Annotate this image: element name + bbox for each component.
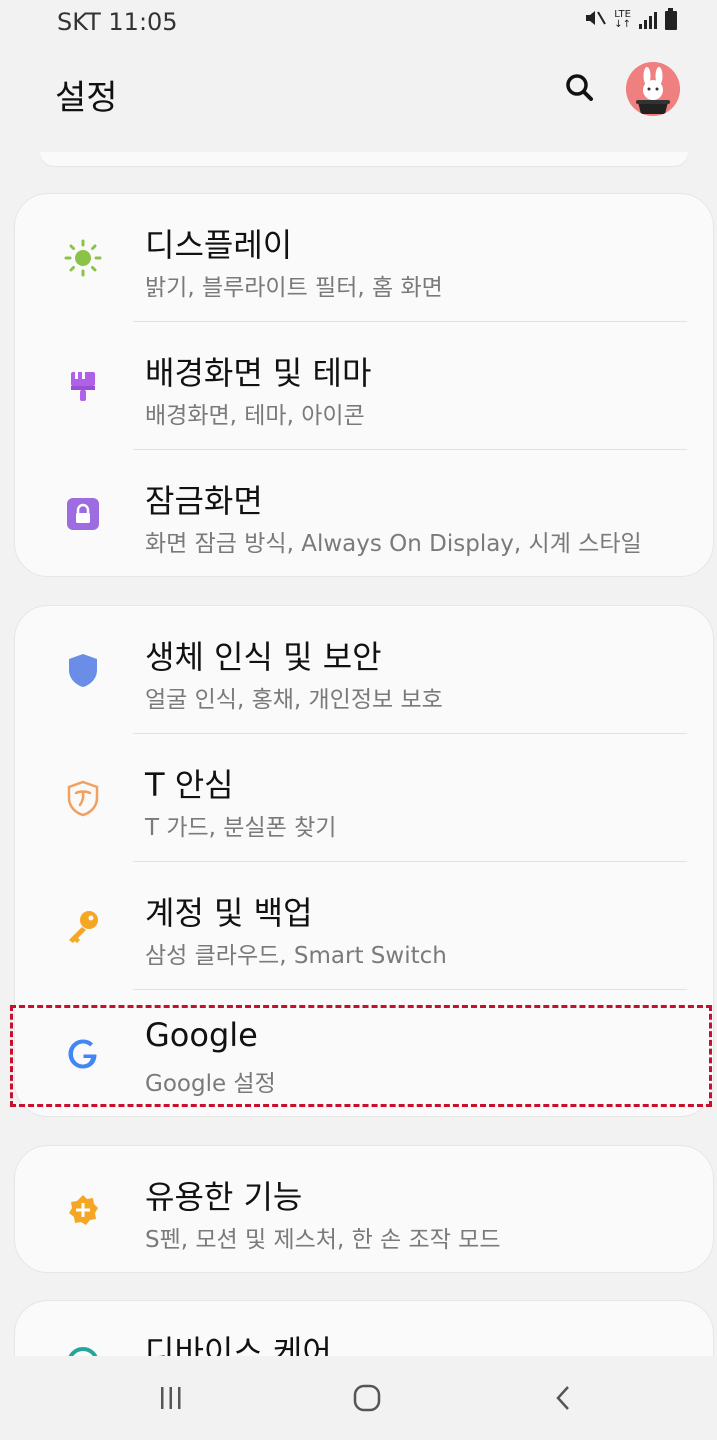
settings-item-t-guard[interactable]: T 안심 T 가드, 분실폰 찾기 bbox=[15, 734, 715, 862]
puzzle-icon bbox=[63, 1190, 103, 1230]
lock-icon bbox=[63, 494, 103, 534]
item-title: Google bbox=[145, 1016, 258, 1054]
battery-icon bbox=[665, 7, 677, 30]
home-button[interactable] bbox=[337, 1376, 397, 1420]
brush-icon bbox=[63, 366, 103, 406]
carrier-time: SKT 11:05 bbox=[57, 8, 178, 36]
t-guard-icon bbox=[63, 778, 103, 818]
item-title: T 안심 bbox=[145, 766, 234, 804]
recent-apps-icon bbox=[161, 1387, 181, 1409]
status-icons: LTE ↓↑ bbox=[584, 7, 677, 32]
search-icon bbox=[566, 74, 593, 101]
mute-icon bbox=[584, 8, 607, 32]
item-title: 생체 인식 및 보안 bbox=[145, 638, 382, 676]
app-header: 설정 bbox=[0, 50, 717, 130]
settings-group-advanced: 유용한 기능 S펜, 모션 및 제스처, 한 손 조작 모드 bbox=[14, 1145, 714, 1273]
settings-group-security: 생체 인식 및 보안 얼굴 인식, 홍채, 개인정보 보호 T 안심 T 가드,… bbox=[14, 605, 714, 1117]
settings-item-advanced-features[interactable]: 유용한 기능 S펜, 모션 및 제스처, 한 손 조작 모드 bbox=[15, 1146, 715, 1274]
back-icon bbox=[556, 1386, 569, 1410]
network-label: LTE bbox=[614, 9, 631, 20]
item-subtitle: Google 설정 bbox=[145, 1071, 276, 1097]
home-icon bbox=[353, 1384, 381, 1412]
settings-item-lock-screen[interactable]: 잠금화면 화면 잠금 방식, Always On Display, 시계 스타일 bbox=[15, 450, 715, 578]
settings-item-display[interactable]: 디스플레이 밝기, 블루라이트 필터, 홈 화면 bbox=[15, 194, 715, 322]
item-subtitle: 배경화면, 테마, 아이콘 bbox=[145, 403, 365, 429]
signal-icon bbox=[639, 11, 657, 29]
page-title: 설정 bbox=[55, 78, 118, 118]
item-subtitle: 밝기, 블루라이트 필터, 홈 화면 bbox=[145, 275, 443, 301]
avatar[interactable] bbox=[626, 62, 680, 116]
sun-icon bbox=[63, 238, 103, 278]
item-subtitle: T 가드, 분실폰 찾기 bbox=[145, 815, 337, 841]
item-subtitle: S펜, 모션 및 제스처, 한 손 조작 모드 bbox=[145, 1227, 501, 1253]
item-title: 잠금화면 bbox=[145, 482, 263, 520]
lte-icon: LTE ↓↑ bbox=[614, 9, 631, 30]
item-title: 유용한 기능 bbox=[145, 1178, 303, 1216]
settings-item-biometrics-security[interactable]: 생체 인식 및 보안 얼굴 인식, 홍채, 개인정보 보호 bbox=[15, 606, 715, 734]
google-icon bbox=[63, 1034, 103, 1074]
item-title: 디스플레이 bbox=[145, 226, 293, 264]
back-button[interactable] bbox=[534, 1376, 594, 1420]
item-title: 계정 및 백업 bbox=[145, 894, 313, 932]
item-subtitle: 삼성 클라우드, Smart Switch bbox=[145, 943, 447, 969]
status-bar: SKT 11:05 LTE ↓↑ bbox=[0, 0, 717, 44]
settings-group-display: 디스플레이 밝기, 블루라이트 필터, 홈 화면 배경화면 및 테마 배경화면,… bbox=[14, 193, 714, 577]
shield-icon bbox=[63, 650, 103, 690]
key-icon bbox=[63, 906, 103, 946]
search-button[interactable] bbox=[560, 68, 600, 108]
recent-apps-button[interactable] bbox=[141, 1376, 201, 1420]
navigation-bar bbox=[0, 1356, 717, 1440]
settings-item-google[interactable]: Google Google 설정 bbox=[15, 990, 715, 1118]
settings-item-accounts-backup[interactable]: 계정 및 백업 삼성 클라우드, Smart Switch bbox=[15, 862, 715, 990]
settings-item-wallpaper-theme[interactable]: 배경화면 및 테마 배경화면, 테마, 아이콘 bbox=[15, 322, 715, 450]
item-subtitle: 얼굴 인식, 홍채, 개인정보 보호 bbox=[145, 687, 443, 713]
previous-card-edge bbox=[40, 152, 688, 166]
rabbit-avatar-icon bbox=[626, 62, 680, 116]
item-title: 배경화면 및 테마 bbox=[145, 354, 372, 392]
item-subtitle: 화면 잠금 방식, Always On Display, 시계 스타일 bbox=[145, 531, 642, 557]
